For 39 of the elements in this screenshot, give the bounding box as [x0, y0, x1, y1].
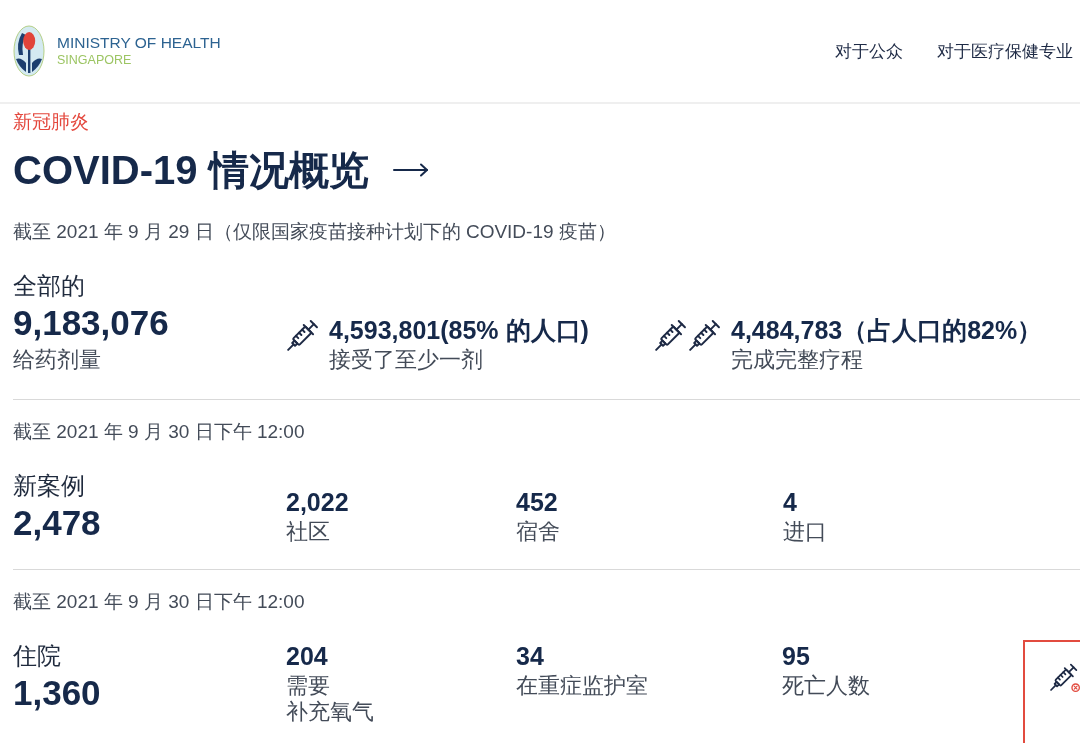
breakdown-label: 宿舍: [516, 519, 560, 545]
emblem-icon: [13, 25, 45, 77]
total-value: 1,360: [13, 672, 101, 714]
breakdown-value: 452: [516, 487, 558, 517]
syringe-with-cross-icon: [1050, 662, 1080, 692]
syringe-icon: [689, 318, 722, 351]
stat-value: 4,484,783（占人口的82%）: [731, 315, 1043, 345]
breakdown-label: 需要 补充氧气: [286, 673, 374, 725]
syringe-icon: [655, 318, 688, 351]
logo-title: MINISTRY OF HEALTH: [57, 34, 221, 52]
vaccine-card[interactable]: [1023, 640, 1080, 743]
breakdown-value: 4: [783, 487, 797, 517]
arrow-right-icon[interactable]: [392, 163, 429, 177]
total-label: 新案例: [13, 471, 85, 501]
total-value: 9,183,076: [13, 302, 169, 344]
as-of-date: 截至 2021 年 9 月 30 日下午 12:00: [13, 420, 305, 444]
total-value: 2,478: [13, 502, 101, 544]
breakdown-value: 2,022: [286, 487, 349, 517]
total-caption: 给药剂量: [13, 346, 101, 374]
breakdown-value: 34: [516, 641, 544, 671]
logo-subtitle: SINGAPORE: [57, 52, 133, 68]
nav-link[interactable]: 对于公众: [835, 41, 903, 63]
total-label: 全部的: [13, 271, 85, 301]
page-title: COVID-19 情况概览: [13, 147, 369, 194]
total-label: 住院: [13, 641, 61, 671]
as-of-date: 截至 2021 年 9 月 30 日下午 12:00: [13, 590, 305, 614]
nav-link[interactable]: 对于医疗保健专业: [937, 41, 1073, 63]
category-label: 新冠肺炎: [13, 110, 89, 134]
breakdown-label: 死亡人数: [782, 673, 870, 699]
breakdown-label: 进口: [783, 519, 827, 545]
breakdown-value: 204: [286, 641, 328, 671]
as-of-date: 截至 2021 年 9 月 29 日（仅限国家疫苗接种计划下的 COVID-19 疫苗）: [13, 220, 616, 244]
stat-caption: 接受了至少一剂: [329, 346, 483, 374]
syringe-icon: [287, 318, 320, 351]
breakdown-label: 在重症监护室: [516, 673, 648, 699]
stat-caption: 完成完整疗程: [731, 346, 863, 374]
breakdown-label: 社区: [286, 519, 330, 545]
stat-value: 4,593,801(85% 的人口): [329, 315, 589, 345]
breakdown-value: 95: [782, 641, 810, 671]
